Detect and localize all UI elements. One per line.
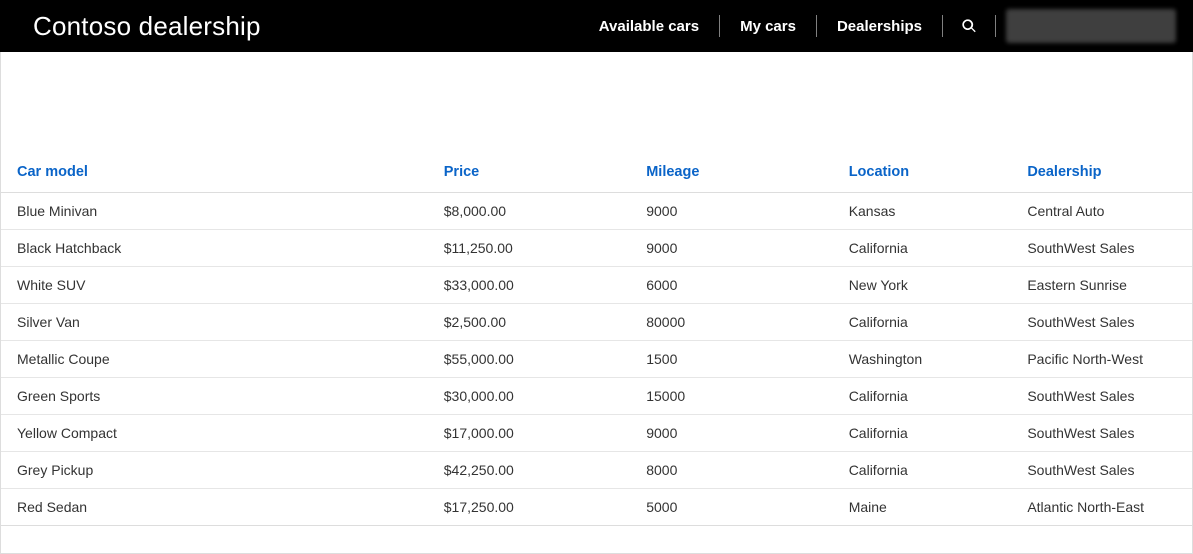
column-location[interactable]: Location: [835, 152, 1014, 193]
search-icon: [961, 18, 977, 34]
table-row[interactable]: Black Hatchback$11,250.009000CaliforniaS…: [1, 230, 1192, 267]
cell-dealership: Central Auto: [1013, 193, 1192, 230]
cell-car-model: Red Sedan: [1, 489, 430, 526]
cell-location: California: [835, 230, 1014, 267]
cell-dealership: SouthWest Sales: [1013, 304, 1192, 341]
site-title[interactable]: Contoso dealership: [33, 11, 261, 42]
header-bar: Contoso dealership Available cars My car…: [0, 0, 1193, 52]
cell-location: California: [835, 415, 1014, 452]
table-row[interactable]: Metallic Coupe$55,000.001500WashingtonPa…: [1, 341, 1192, 378]
cell-price: $55,000.00: [430, 341, 632, 378]
cell-location: Kansas: [835, 193, 1014, 230]
cell-car-model: Black Hatchback: [1, 230, 430, 267]
cell-location: California: [835, 452, 1014, 489]
cell-dealership: SouthWest Sales: [1013, 415, 1192, 452]
cell-car-model: Metallic Coupe: [1, 341, 430, 378]
column-dealership[interactable]: Dealership: [1013, 152, 1192, 193]
cell-location: New York: [835, 267, 1014, 304]
column-car-model[interactable]: Car model: [1, 152, 430, 193]
cell-price: $17,000.00: [430, 415, 632, 452]
cell-car-model: Silver Van: [1, 304, 430, 341]
table-row[interactable]: White SUV$33,000.006000New YorkEastern S…: [1, 267, 1192, 304]
cars-table: Car model Price Mileage Location Dealers…: [1, 152, 1192, 526]
user-menu[interactable]: [1006, 9, 1176, 43]
search-button[interactable]: [943, 12, 995, 40]
table-row[interactable]: Silver Van$2,500.0080000CaliforniaSouthW…: [1, 304, 1192, 341]
cell-dealership: SouthWest Sales: [1013, 230, 1192, 267]
table-row[interactable]: Blue Minivan$8,000.009000KansasCentral A…: [1, 193, 1192, 230]
cell-mileage: 80000: [632, 304, 834, 341]
cell-dealership: Eastern Sunrise: [1013, 267, 1192, 304]
cell-mileage: 1500: [632, 341, 834, 378]
cell-price: $17,250.00: [430, 489, 632, 526]
cell-dealership: Atlantic North-East: [1013, 489, 1192, 526]
cell-mileage: 9000: [632, 193, 834, 230]
spacer: [1, 52, 1192, 152]
nav-my-cars[interactable]: My cars: [720, 12, 816, 40]
column-price[interactable]: Price: [430, 152, 632, 193]
cell-price: $30,000.00: [430, 378, 632, 415]
content-area: Car model Price Mileage Location Dealers…: [0, 52, 1193, 554]
cell-car-model: Blue Minivan: [1, 193, 430, 230]
cell-location: California: [835, 378, 1014, 415]
cell-car-model: White SUV: [1, 267, 430, 304]
nav-available-cars[interactable]: Available cars: [579, 12, 719, 40]
cell-mileage: 6000: [632, 267, 834, 304]
cell-car-model: Green Sports: [1, 378, 430, 415]
table-row[interactable]: Yellow Compact$17,000.009000CaliforniaSo…: [1, 415, 1192, 452]
nav-divider: [995, 15, 996, 37]
cell-location: Maine: [835, 489, 1014, 526]
table-row[interactable]: Grey Pickup$42,250.008000CaliforniaSouth…: [1, 452, 1192, 489]
cell-mileage: 9000: [632, 415, 834, 452]
cell-car-model: Yellow Compact: [1, 415, 430, 452]
cell-dealership: SouthWest Sales: [1013, 378, 1192, 415]
cell-mileage: 15000: [632, 378, 834, 415]
table-row[interactable]: Green Sports$30,000.0015000CaliforniaSou…: [1, 378, 1192, 415]
cell-price: $2,500.00: [430, 304, 632, 341]
cell-car-model: Grey Pickup: [1, 452, 430, 489]
cell-mileage: 8000: [632, 452, 834, 489]
nav-dealerships[interactable]: Dealerships: [817, 12, 942, 40]
cell-price: $42,250.00: [430, 452, 632, 489]
cell-dealership: SouthWest Sales: [1013, 452, 1192, 489]
top-nav: Available cars My cars Dealerships: [579, 1, 1176, 51]
cell-location: Washington: [835, 341, 1014, 378]
cell-location: California: [835, 304, 1014, 341]
cell-dealership: Pacific North-West: [1013, 341, 1192, 378]
column-mileage[interactable]: Mileage: [632, 152, 834, 193]
cell-price: $33,000.00: [430, 267, 632, 304]
cell-mileage: 5000: [632, 489, 834, 526]
cell-mileage: 9000: [632, 230, 834, 267]
table-header-row: Car model Price Mileage Location Dealers…: [1, 152, 1192, 193]
table-row[interactable]: Red Sedan$17,250.005000MaineAtlantic Nor…: [1, 489, 1192, 526]
cell-price: $8,000.00: [430, 193, 632, 230]
cell-price: $11,250.00: [430, 230, 632, 267]
